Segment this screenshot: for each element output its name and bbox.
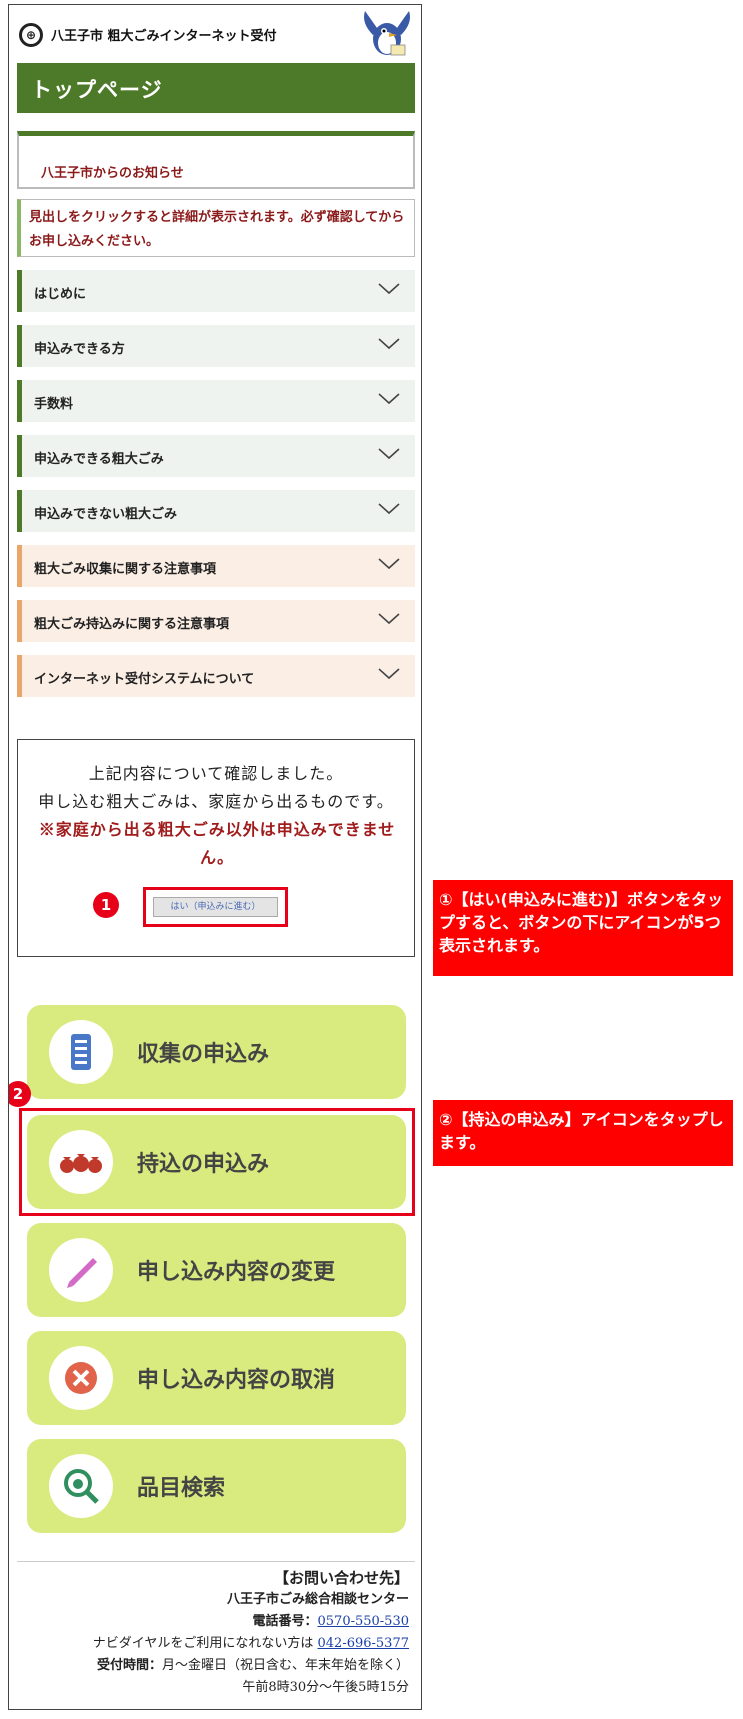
phone-label: 電話番号： xyxy=(252,1614,318,1629)
accordion-label: 粗大ごみ持込みに関する注意事項 xyxy=(34,617,230,632)
accordion-item-fees[interactable]: 手数料 xyxy=(17,380,415,422)
alt-phone-label: ナビダイヤルをご利用になれない方は xyxy=(92,1636,318,1651)
accordion-label: 粗大ごみ収集に関する注意事項 xyxy=(34,562,217,577)
accordion-label: インターネット受付システムについて xyxy=(34,672,255,687)
accordion-item-collection-notes[interactable]: 粗大ごみ収集に関する注意事項 xyxy=(17,545,415,587)
chevron-down-icon xyxy=(378,448,400,460)
pencil-icon xyxy=(49,1238,113,1302)
confirmation-panel: 上記内容について確認しました。 申し込む粗大ごみは、家庭から出るものです。 ※家… xyxy=(17,739,415,957)
city-emblem-icon: ⊕ xyxy=(19,23,43,47)
annotation-callout-2: ②【持込の申込み】アイコンをタップします。 xyxy=(433,1100,733,1166)
tile-label: 申し込み内容の変更 xyxy=(137,1260,336,1285)
step-badge-1: 1 xyxy=(93,892,119,918)
tile-change-request[interactable]: 申し込み内容の変更 xyxy=(27,1223,406,1317)
yes-proceed-button[interactable]: はい（申込みに進む） xyxy=(153,897,278,917)
tile-collection-request[interactable]: 収集の申込み xyxy=(27,1005,406,1099)
phone-link[interactable]: 0570-550-530 xyxy=(318,1614,410,1629)
notice-panel: 八王子市からのお知らせ xyxy=(17,131,415,189)
cancel-x-icon xyxy=(49,1346,113,1410)
site-title: 八王子市 粗大ごみインターネット受付 xyxy=(51,29,277,44)
accordion-label: 申込みできない粗大ごみ xyxy=(34,507,178,522)
tile-item-search[interactable]: 品目検索 xyxy=(27,1439,406,1533)
accordion-item-dropoff-notes[interactable]: 粗大ごみ持込みに関する注意事項 xyxy=(17,600,415,642)
chevron-down-icon xyxy=(378,503,400,515)
accordion-label: 手数料 xyxy=(34,397,74,412)
accordion-item-rejected-items[interactable]: 申込みできない粗大ごみ xyxy=(17,490,415,532)
document-stack-icon xyxy=(49,1020,113,1084)
money-bags-icon xyxy=(49,1130,113,1194)
accordion-item-eligible[interactable]: 申込みできる方 xyxy=(17,325,415,367)
accordion-item-accepted-items[interactable]: 申込みできる粗大ごみ xyxy=(17,435,415,477)
contact-footer: 【お問い合わせ先】 八王子市ごみ総合相談センター 電話番号：0570-550-5… xyxy=(13,1567,409,1699)
accordion-item-system-info[interactable]: インターネット受付システムについて xyxy=(17,655,415,697)
hours-time: 午前8時30分～午後5時15分 xyxy=(242,1680,409,1695)
accordion-item-intro[interactable]: はじめに xyxy=(17,270,415,312)
chevron-down-icon xyxy=(378,613,400,625)
chevron-down-icon xyxy=(378,393,400,405)
step-badge-2: 2 xyxy=(9,1081,31,1107)
hours-text: 月～金曜日（祝日含む、年末年始を除く） xyxy=(161,1658,409,1673)
notice-title: 八王子市からのお知らせ xyxy=(41,166,184,181)
accordion-label: 申込みできる方 xyxy=(34,342,125,357)
hours-label: 受付時間： xyxy=(96,1658,162,1673)
footer-divider xyxy=(17,1561,415,1562)
chevron-down-icon xyxy=(378,283,400,295)
accordion-label: はじめに xyxy=(34,287,87,302)
tile-cancel-request[interactable]: 申し込み内容の取消 xyxy=(27,1331,406,1425)
accordion-label: 申込みできる粗大ごみ xyxy=(34,452,164,467)
tile-label: 申し込み内容の取消 xyxy=(137,1368,336,1393)
tile-label: 持込の申込み xyxy=(137,1152,270,1177)
phone-screen: ⊕ 八王子市 粗大ごみインターネット受付 トップページ 八王子市からのお知らせ … xyxy=(8,4,422,1710)
tile-dropoff-request[interactable]: 持込の申込み xyxy=(27,1115,406,1209)
confirm-warning: ※家庭から出る粗大ごみ以外は申込みできません。 xyxy=(38,820,396,867)
chevron-down-icon xyxy=(378,338,400,350)
magnifier-icon xyxy=(49,1454,113,1518)
annotation-callout-1: ①【はい(申込みに進む)】ボタンをタップすると、ボタンの下にアイコンが5つ表示さ… xyxy=(433,880,733,976)
chevron-down-icon xyxy=(378,668,400,680)
tile-label: 品目検索 xyxy=(137,1476,226,1501)
footer-center-name: 八王子市ごみ総合相談センター xyxy=(226,1592,409,1607)
mascot-bird-icon xyxy=(364,11,410,56)
site-header: ⊕ 八王子市 粗大ごみインターネット受付 xyxy=(9,5,421,61)
confirm-line-2: 申し込む粗大ごみは、家庭から出るものです。 xyxy=(38,792,394,811)
tile-label: 収集の申込み xyxy=(137,1042,270,1067)
highlight-frame-yes: はい（申込みに進む） xyxy=(143,887,288,927)
chevron-down-icon xyxy=(378,558,400,570)
footer-heading: 【お問い合わせ先】 xyxy=(273,1569,409,1587)
instruction-text: 見出しをクリックすると詳細が表示されます。必ず確認してからお申し込みください。 xyxy=(17,199,415,257)
alt-phone-link[interactable]: 042-696-5377 xyxy=(318,1636,410,1651)
page-title: トップページ xyxy=(17,63,415,113)
confirm-line-1: 上記内容について確認しました。 xyxy=(88,764,344,783)
